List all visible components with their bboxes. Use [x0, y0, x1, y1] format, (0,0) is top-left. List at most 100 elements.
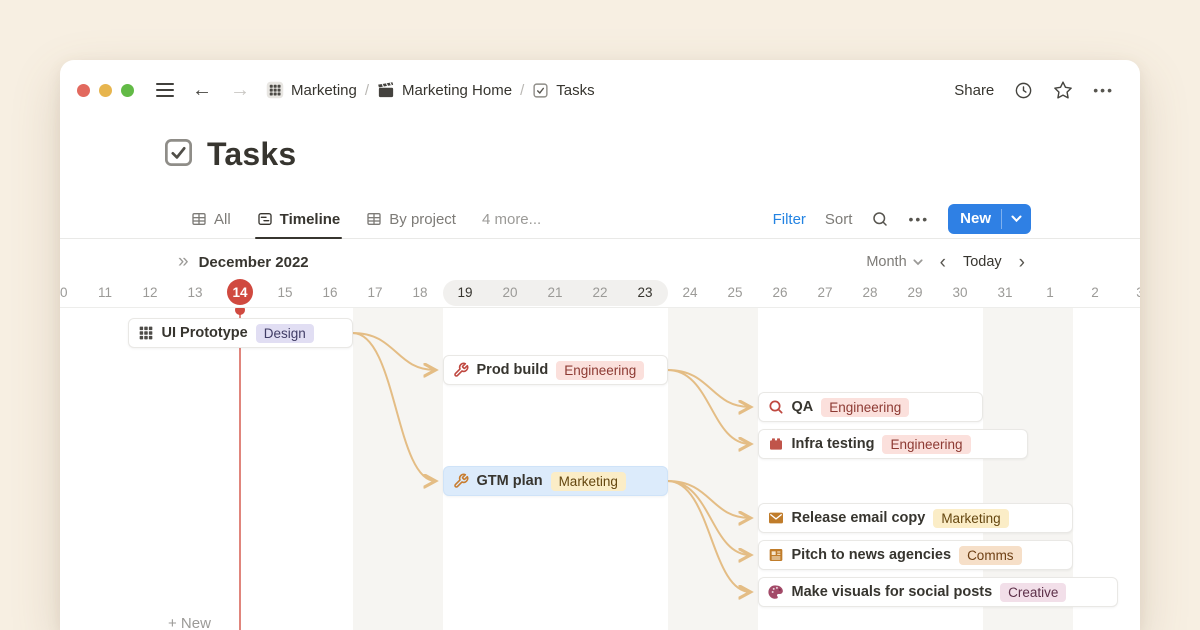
timeline-month-label: December 2022	[199, 254, 309, 271]
more-views-button[interactable]: 4 more...	[482, 211, 541, 228]
timeline-icon	[257, 211, 273, 227]
date-number[interactable]: 26	[758, 278, 803, 307]
wrench-orange-icon	[453, 473, 469, 489]
tab-timeline[interactable]: Timeline	[257, 200, 341, 238]
task-tag: Marketing	[551, 472, 626, 491]
page-checkbox-icon	[163, 137, 194, 173]
task-card-gtm[interactable]: GTM planMarketing	[443, 466, 668, 496]
timeline-body: UI Prototype Design Prod buildEngineering Q…	[60, 308, 1140, 630]
task-card-release[interactable]: Release email copyMarketing	[758, 503, 1073, 533]
date-number[interactable]: 28	[848, 278, 893, 307]
date-number[interactable]: 19	[443, 278, 488, 307]
date-number[interactable]: 29	[893, 278, 938, 307]
date-number[interactable]: 10	[60, 278, 83, 307]
new-button-label: New	[948, 204, 1001, 234]
grid-board-icon	[266, 81, 284, 99]
zoom-window-button[interactable]	[121, 84, 134, 97]
today-button[interactable]: Today	[963, 254, 1002, 270]
forward-arrow-icon[interactable]: →	[230, 80, 250, 100]
date-number[interactable]: 13	[173, 278, 218, 307]
breadcrumb-label: Tasks	[556, 82, 594, 99]
date-number[interactable]: 18	[398, 278, 443, 307]
task-name: UI Prototype	[162, 325, 248, 341]
breadcrumb-label: Marketing	[291, 82, 357, 99]
brick-icon	[768, 436, 784, 452]
date-number[interactable]: 12	[128, 278, 173, 307]
envelope-icon	[768, 510, 784, 526]
filter-button[interactable]: Filter	[773, 211, 806, 228]
page-title: Tasks	[207, 136, 296, 173]
tab-all[interactable]: All	[191, 200, 231, 238]
today-marker-dot	[235, 308, 245, 315]
next-period-button[interactable]: ›	[1016, 253, 1028, 272]
breadcrumb-tasks[interactable]: Tasks	[532, 82, 594, 99]
task-card-ui-prototype[interactable]: UI Prototype Design	[128, 318, 353, 348]
breadcrumb-separator: /	[520, 82, 524, 99]
weekend-band	[353, 308, 443, 630]
date-number[interactable]: 21	[533, 278, 578, 307]
chevron-down-icon[interactable]	[1002, 204, 1031, 234]
sort-button[interactable]: Sort	[825, 211, 853, 228]
window-controls	[77, 84, 134, 97]
new-button[interactable]: New	[948, 204, 1031, 234]
back-arrow-icon[interactable]: ←	[192, 80, 212, 100]
task-card-infra[interactable]: Infra testingEngineering	[758, 429, 1028, 459]
newspaper-icon	[768, 547, 784, 563]
date-number[interactable]: 3	[1118, 278, 1141, 307]
date-number[interactable]: 20	[488, 278, 533, 307]
task-card-prod-build[interactable]: Prod buildEngineering	[443, 355, 668, 385]
view-options-icon[interactable]: •••	[908, 211, 929, 227]
breadcrumb-separator: /	[365, 82, 369, 99]
today-date-badge[interactable]: 14	[227, 279, 253, 305]
wrench-red-icon	[453, 362, 469, 378]
date-number[interactable]: 25	[713, 278, 758, 307]
share-button[interactable]: Share	[954, 82, 994, 99]
app-window: ← → Marketing / Marketing Home /	[60, 60, 1140, 630]
breadcrumb-marketing[interactable]: Marketing	[266, 81, 357, 99]
magnifier-icon	[768, 399, 784, 415]
task-tag: Design	[256, 324, 314, 343]
task-name: Infra testing	[792, 436, 875, 452]
tab-by-project[interactable]: By project	[366, 200, 456, 238]
date-number[interactable]: 15	[263, 278, 308, 307]
date-number[interactable]: 22	[578, 278, 623, 307]
date-number[interactable]: 2	[1073, 278, 1118, 307]
date-number[interactable]: 24	[668, 278, 713, 307]
more-options-icon[interactable]: •••	[1093, 82, 1114, 98]
task-tag: Comms	[959, 546, 1022, 565]
expand-rows-icon[interactable]: »	[178, 251, 189, 273]
task-tag: Engineering	[556, 361, 644, 380]
task-card-pitch[interactable]: Pitch to news agenciesComms	[758, 540, 1073, 570]
task-card-qa[interactable]: QAEngineering	[758, 392, 983, 422]
task-card-visuals[interactable]: Make visuals for social postsCreative	[758, 577, 1118, 607]
search-icon[interactable]	[871, 210, 889, 228]
palette-icon	[768, 584, 784, 600]
close-window-button[interactable]	[77, 84, 90, 97]
table-icon	[191, 211, 207, 227]
date-number[interactable]: 30	[938, 278, 983, 307]
sidebar-menu-icon[interactable]	[156, 83, 174, 98]
today-line	[239, 311, 241, 630]
clapperboard-icon	[377, 81, 395, 99]
date-number[interactable]: 23	[623, 278, 668, 307]
grid-icon	[138, 325, 154, 341]
prev-period-button[interactable]: ‹	[937, 253, 949, 272]
date-number[interactable]: 27	[803, 278, 848, 307]
star-icon[interactable]	[1053, 80, 1073, 100]
clock-icon[interactable]	[1014, 81, 1033, 100]
timeline-header: » December 2022 Month ‹ Today ›	[60, 246, 1140, 278]
date-number[interactable]: 17	[353, 278, 398, 307]
tab-label: All	[214, 211, 231, 228]
weekend-band	[668, 308, 758, 630]
task-tag: Engineering	[821, 398, 909, 417]
date-number[interactable]: 11	[83, 278, 128, 307]
date-number[interactable]: 16	[308, 278, 353, 307]
add-task-button[interactable]: + New	[168, 615, 211, 630]
breadcrumb-marketing-home[interactable]: Marketing Home	[377, 81, 512, 99]
minimize-window-button[interactable]	[99, 84, 112, 97]
breadcrumb-label: Marketing Home	[402, 82, 512, 99]
task-tag: Marketing	[933, 509, 1008, 528]
date-number[interactable]: 1	[1028, 278, 1073, 307]
timeline-scale-dropdown[interactable]: Month	[866, 254, 922, 270]
date-number[interactable]: 31	[983, 278, 1028, 307]
